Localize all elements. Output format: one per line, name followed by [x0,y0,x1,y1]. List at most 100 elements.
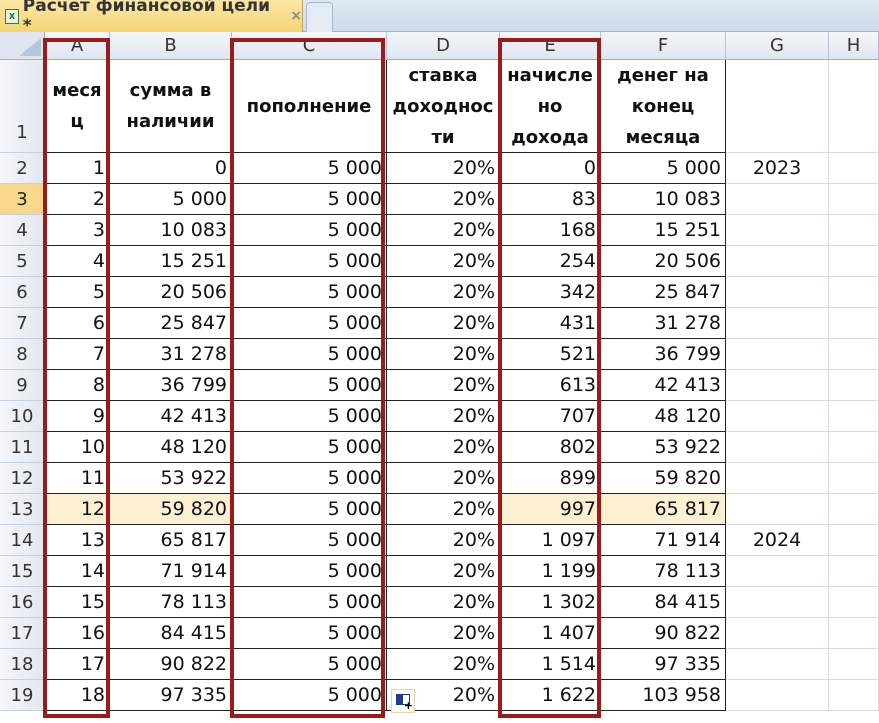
cell-D11[interactable]: 20% [387,432,500,463]
cell-F8[interactable]: 36 799 [601,339,726,370]
cell-B3[interactable]: 5 000 [110,184,232,215]
cell-B4[interactable]: 10 083 [110,215,232,246]
cell-D9[interactable]: 20% [387,370,500,401]
cell-B15[interactable]: 71 914 [110,556,232,587]
row-header-17[interactable]: 17 [0,618,45,649]
cell[interactable] [829,618,879,649]
row-header-7[interactable]: 7 [0,308,45,339]
cell-F3[interactable]: 10 083 [601,184,726,215]
cell[interactable] [829,494,879,525]
cell-G4[interactable] [726,215,829,246]
cell-D10[interactable]: 20% [387,401,500,432]
cell-F19[interactable]: 103 958 [601,680,726,711]
column-header-F[interactable]: F [601,32,726,60]
cell-D3[interactable]: 20% [387,184,500,215]
cell-D5[interactable]: 20% [387,246,500,277]
cell-B6[interactable]: 20 506 [110,277,232,308]
cell-G7[interactable] [726,308,829,339]
cell-F12[interactable]: 59 820 [601,463,726,494]
header-cell-D[interactable]: ставка доходнос ти [387,60,500,153]
cell-G18[interactable] [726,649,829,680]
cell-G12[interactable] [726,463,829,494]
cell-D16[interactable]: 20% [387,587,500,618]
cell-B5[interactable]: 15 251 [110,246,232,277]
cell-F15[interactable]: 78 113 [601,556,726,587]
cell[interactable] [829,339,879,370]
row-header-6[interactable]: 6 [0,277,45,308]
row-header-10[interactable]: 10 [0,401,45,432]
cell-G17[interactable] [726,618,829,649]
cell-G15[interactable] [726,556,829,587]
cell-F16[interactable]: 84 415 [601,587,726,618]
row-header-11[interactable]: 11 [0,432,45,463]
cell[interactable] [829,153,879,184]
cell-D18[interactable]: 20% [387,649,500,680]
cell-F10[interactable]: 48 120 [601,401,726,432]
cell[interactable] [829,370,879,401]
cell[interactable] [829,463,879,494]
cell-B18[interactable]: 90 822 [110,649,232,680]
cell-B11[interactable]: 48 120 [110,432,232,463]
cell-D13[interactable]: 20% [387,494,500,525]
cell-F13[interactable]: 65 817 [601,494,726,525]
cell[interactable] [829,556,879,587]
cell-B8[interactable]: 31 278 [110,339,232,370]
cell[interactable] [829,680,879,711]
cell-B12[interactable]: 53 922 [110,463,232,494]
cell-D12[interactable]: 20% [387,463,500,494]
cell-F9[interactable]: 42 413 [601,370,726,401]
cell-F14[interactable]: 71 914 [601,525,726,556]
cell[interactable] [829,246,879,277]
row-header-9[interactable]: 9 [0,370,45,401]
cell-B10[interactable]: 42 413 [110,401,232,432]
cell-B13[interactable]: 59 820 [110,494,232,525]
cell-F4[interactable]: 15 251 [601,215,726,246]
cell[interactable] [726,60,829,153]
row-header-13[interactable]: 13 [0,494,45,525]
cell[interactable] [829,401,879,432]
column-header-B[interactable]: B [110,32,232,60]
cell-D17[interactable]: 20% [387,618,500,649]
select-all-button[interactable] [0,32,45,60]
cell-B16[interactable]: 78 113 [110,587,232,618]
cell-G16[interactable] [726,587,829,618]
cell-B17[interactable]: 84 415 [110,618,232,649]
cell[interactable] [829,277,879,308]
cell-F17[interactable]: 90 822 [601,618,726,649]
cell-F5[interactable]: 20 506 [601,246,726,277]
cell-F6[interactable]: 25 847 [601,277,726,308]
row-header-15[interactable]: 15 [0,556,45,587]
row-header-14[interactable]: 14 [0,525,45,556]
row-header-4[interactable]: 4 [0,215,45,246]
row-header-8[interactable]: 8 [0,339,45,370]
column-header-D[interactable]: D [387,32,500,60]
header-cell-B[interactable]: сумма в наличии [110,60,232,153]
cell[interactable] [829,184,879,215]
row-header-18[interactable]: 18 [0,649,45,680]
cell-G6[interactable] [726,277,829,308]
row-header-1[interactable]: 1 [0,60,45,153]
cell[interactable] [829,432,879,463]
cell-G8[interactable] [726,339,829,370]
cell-B9[interactable]: 36 799 [110,370,232,401]
cell-G3[interactable] [726,184,829,215]
cell-B14[interactable]: 65 817 [110,525,232,556]
new-tab-button[interactable] [306,2,333,32]
header-cell-F[interactable]: денег на конец месяца [601,60,726,153]
cell[interactable] [829,60,879,153]
column-header-G[interactable]: G [726,32,829,60]
close-icon[interactable]: × [290,8,302,24]
cell[interactable] [829,308,879,339]
cell-G5[interactable] [726,246,829,277]
row-header-19[interactable]: 19 [0,680,45,711]
cell-D7[interactable]: 20% [387,308,500,339]
row-header-3[interactable]: 3 [0,184,45,215]
cell-D14[interactable]: 20% [387,525,500,556]
cell-D15[interactable]: 20% [387,556,500,587]
cell-G10[interactable] [726,401,829,432]
cell-D4[interactable]: 20% [387,215,500,246]
row-header-12[interactable]: 12 [0,463,45,494]
workbook-tab[interactable]: X Расчет финансовой цели * × [0,0,303,36]
row-header-5[interactable]: 5 [0,246,45,277]
cell-B7[interactable]: 25 847 [110,308,232,339]
